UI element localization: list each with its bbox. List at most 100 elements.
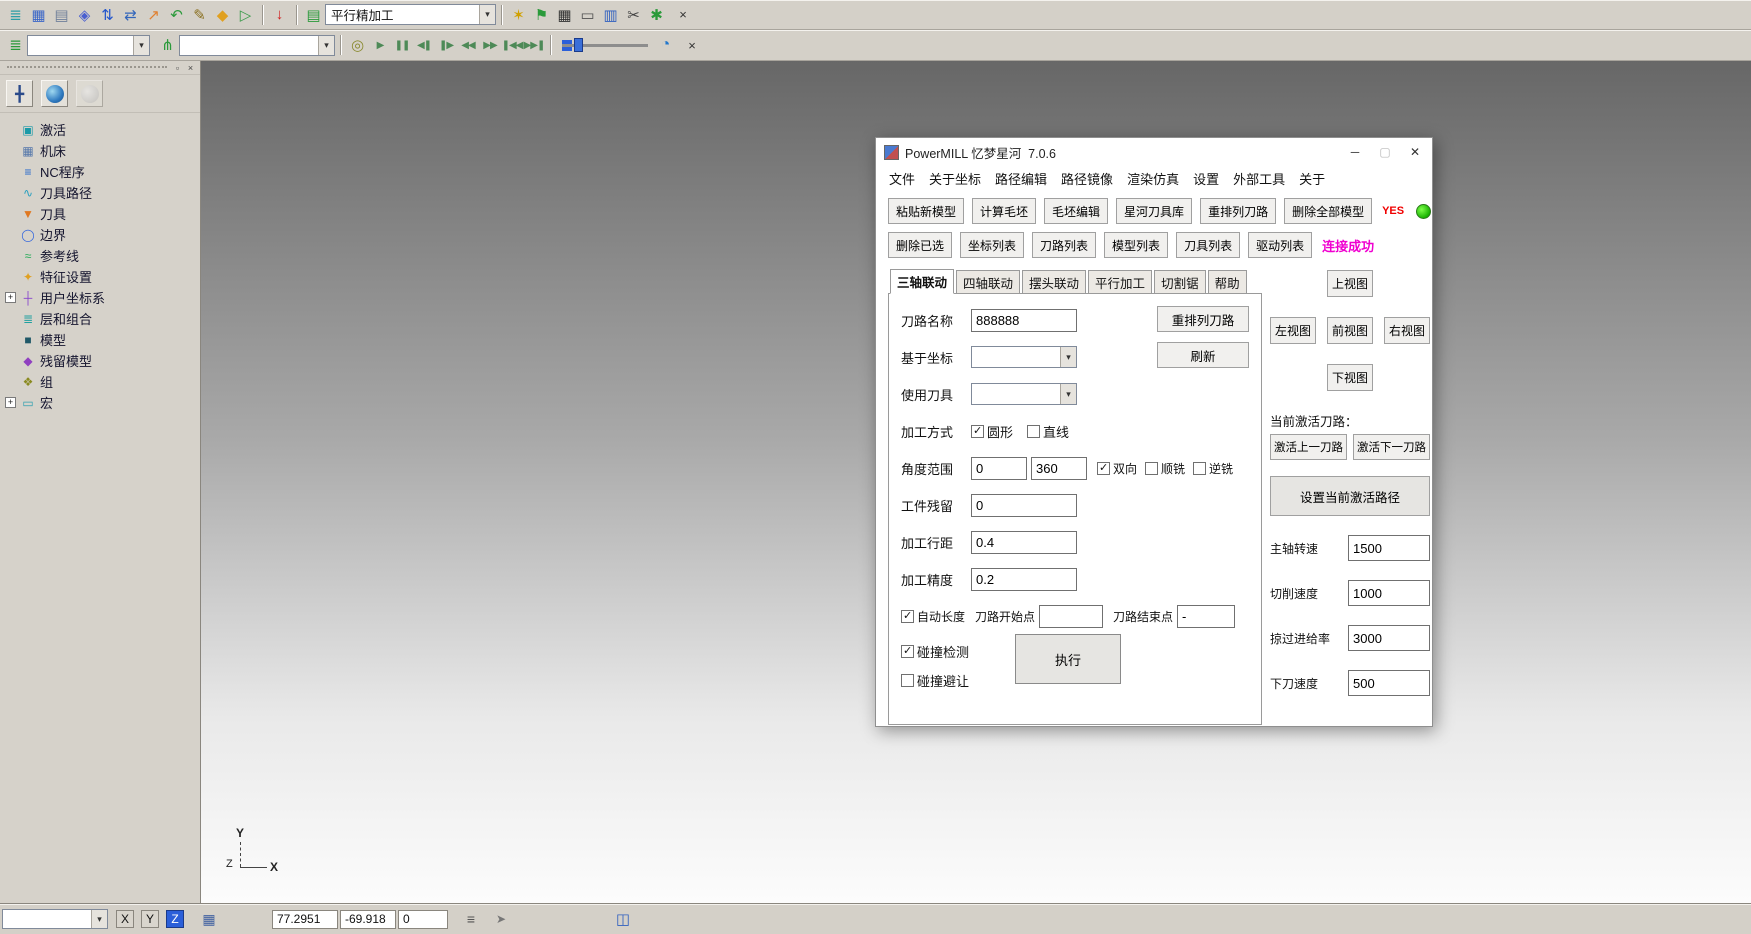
top-view-button[interactable]: 上视图: [1327, 270, 1373, 297]
go-start-button[interactable]: ❚◀◀: [501, 34, 523, 56]
float-panel-icon[interactable]: ▫: [171, 62, 184, 74]
tool-holder-icon[interactable]: ⋔: [156, 34, 179, 57]
tab-four-axis[interactable]: 四轴联动: [956, 270, 1020, 294]
climb-mill-checkbox[interactable]: 顺铣: [1145, 460, 1185, 477]
skim-feed-input[interactable]: [1348, 625, 1430, 651]
tree-item-macros[interactable]: + ▭ 宏: [2, 392, 198, 413]
paste-new-model-button[interactable]: 粘贴新模型: [888, 198, 964, 224]
export-icon[interactable]: ▷: [234, 3, 257, 26]
save-icon[interactable]: ▦: [27, 3, 50, 26]
stock-edit-button[interactable]: 毛坯编辑: [1044, 198, 1108, 224]
view-orient-icon[interactable]: ◈: [73, 3, 96, 26]
tree-expander[interactable]: +: [5, 292, 16, 303]
go-end-button[interactable]: ▶▶❚: [523, 34, 545, 56]
tab-saw[interactable]: 切割锯: [1154, 270, 1206, 294]
axis-x-button[interactable]: X: [116, 910, 134, 928]
tree-item-models[interactable]: ■ 模型: [2, 329, 198, 350]
measure-icon[interactable]: ↗: [142, 3, 165, 26]
toolpath-name-input[interactable]: [971, 309, 1077, 332]
front-view-button[interactable]: 前视图: [1327, 317, 1373, 344]
tolerance-input[interactable]: [971, 568, 1077, 591]
toolbar-close-icon[interactable]: ×: [683, 36, 701, 54]
right-view-button[interactable]: 右视图: [1384, 317, 1430, 344]
simulation-toolpath-select[interactable]: [27, 35, 150, 56]
dock-grip[interactable]: [7, 66, 167, 70]
simulation-levels-icon[interactable]: ≣: [4, 34, 27, 57]
axis-icon[interactable]: ⇅: [96, 3, 119, 26]
tree-item-patterns[interactable]: ≈ 参考线: [2, 245, 198, 266]
drive-list-button[interactable]: 驱动列表: [1248, 232, 1312, 258]
tab-three-axis[interactable]: 三轴联动: [890, 269, 954, 294]
tree-item-active[interactable]: ▣ 激活: [2, 119, 198, 140]
step-forward-button[interactable]: ❚▶: [435, 34, 457, 56]
tree-item-machine[interactable]: ▦ 机床: [2, 140, 198, 161]
xinghe-tool-library-button[interactable]: 星河刀具库: [1116, 198, 1192, 224]
delete-selected-button[interactable]: 删除已选: [888, 232, 952, 258]
bidirectional-checkbox[interactable]: 双向: [1097, 460, 1137, 477]
tool-list-button[interactable]: 刀具列表: [1176, 232, 1240, 258]
tree-item-toolpaths[interactable]: ∿ 刀具路径: [2, 182, 198, 203]
axis-y-button[interactable]: Y: [141, 910, 159, 928]
tree-item-workplanes[interactable]: + ┼ 用户坐标系: [2, 287, 198, 308]
menu-about-coord[interactable]: 关于坐标: [922, 169, 988, 188]
toolpath-list-button[interactable]: 刀路列表: [1032, 232, 1096, 258]
annotate-icon[interactable]: ✎: [188, 3, 211, 26]
spindle-speed-input[interactable]: [1348, 535, 1430, 561]
status-combo[interactable]: [2, 909, 108, 929]
tree-item-groups[interactable]: ❖ 组: [2, 371, 198, 392]
angle-from-input[interactable]: [971, 457, 1027, 480]
tab-help[interactable]: 帮助: [1208, 270, 1247, 294]
conventional-mill-checkbox[interactable]: 逆铣: [1193, 460, 1233, 477]
collision-check-checkbox[interactable]: 碰撞检测: [901, 642, 969, 661]
minimize-button[interactable]: ─: [1340, 140, 1370, 164]
model-list-button[interactable]: 模型列表: [1104, 232, 1168, 258]
shaded-sphere-icon[interactable]: [76, 80, 103, 107]
calculator-icon[interactable]: ▦: [553, 3, 576, 26]
undo-icon[interactable]: ↶: [165, 3, 188, 26]
rearrange-toolpath-button[interactable]: 重排列刀路: [1157, 306, 1249, 332]
tree-item-stock-models[interactable]: ◆ 残留模型: [2, 350, 198, 371]
compute-stock-button[interactable]: 计算毛坯: [972, 198, 1036, 224]
delete-all-models-button[interactable]: 删除全部模型: [1284, 198, 1372, 224]
tree-item-levels-sets[interactable]: ≣ 层和组合: [2, 308, 198, 329]
play-button[interactable]: ▶: [369, 34, 391, 56]
lamp-icon[interactable]: ◎: [346, 34, 369, 57]
clipping-icon[interactable]: ✂: [622, 3, 645, 26]
tab-parallel[interactable]: 平行加工: [1088, 270, 1152, 294]
activate-next-toolpath-button[interactable]: 激活下一刀路: [1353, 434, 1430, 460]
menu-external-tools[interactable]: 外部工具: [1226, 169, 1292, 188]
step-back-button[interactable]: ◀❚: [413, 34, 435, 56]
activate-prev-toolpath-button[interactable]: 激活上一刀路: [1270, 434, 1347, 460]
tab-tilt-head[interactable]: 摆头联动: [1022, 270, 1086, 294]
set-active-path-button[interactable]: 设置当前激活路径: [1270, 476, 1430, 516]
axis-z-button[interactable]: Z: [166, 910, 184, 928]
stats-icon[interactable]: ▥: [599, 3, 622, 26]
list-icon[interactable]: ≡: [460, 909, 482, 929]
grid-icon[interactable]: ▦: [198, 909, 220, 929]
menu-render-sim[interactable]: 渲染仿真: [1120, 169, 1186, 188]
keypad-icon[interactable]: ▭: [576, 3, 599, 26]
dialog-titlebar[interactable]: PowerMILL 忆梦星河 7.0.6 ─ ▢ ✕: [876, 138, 1432, 166]
tree-expander[interactable]: +: [5, 397, 16, 408]
strategy-book-icon[interactable]: ▤: [302, 3, 325, 26]
fast-forward-button[interactable]: ▶▶: [479, 34, 501, 56]
slider-handle[interactable]: [574, 38, 583, 52]
maximize-button[interactable]: ▢: [1370, 140, 1400, 164]
tree-item-nc-programs[interactable]: ≡ NC程序: [2, 161, 198, 182]
tree-item-feature-sets[interactable]: ✦ 特征设置: [2, 266, 198, 287]
angle-to-input[interactable]: [1031, 457, 1087, 480]
simulation-tool-select[interactable]: [179, 35, 335, 56]
mirror-transform-icon[interactable]: ⇄: [119, 3, 142, 26]
close-panel-icon[interactable]: ×: [184, 62, 197, 74]
circular-checkbox[interactable]: 圆形: [971, 422, 1013, 441]
start-point-input[interactable]: [1039, 605, 1103, 628]
project-levels-icon[interactable]: ≣: [4, 3, 27, 26]
base-coord-select[interactable]: [971, 346, 1077, 368]
pause-button[interactable]: ❚❚: [391, 34, 413, 56]
menu-file[interactable]: 文件: [882, 169, 922, 188]
plunge-feed-input[interactable]: [1348, 670, 1430, 696]
pointer-icon[interactable]: ➤: [490, 909, 512, 929]
collision-avoid-checkbox[interactable]: 碰撞避让: [901, 671, 969, 690]
stock-allowance-input[interactable]: [971, 494, 1077, 517]
menu-about[interactable]: 关于: [1292, 169, 1332, 188]
